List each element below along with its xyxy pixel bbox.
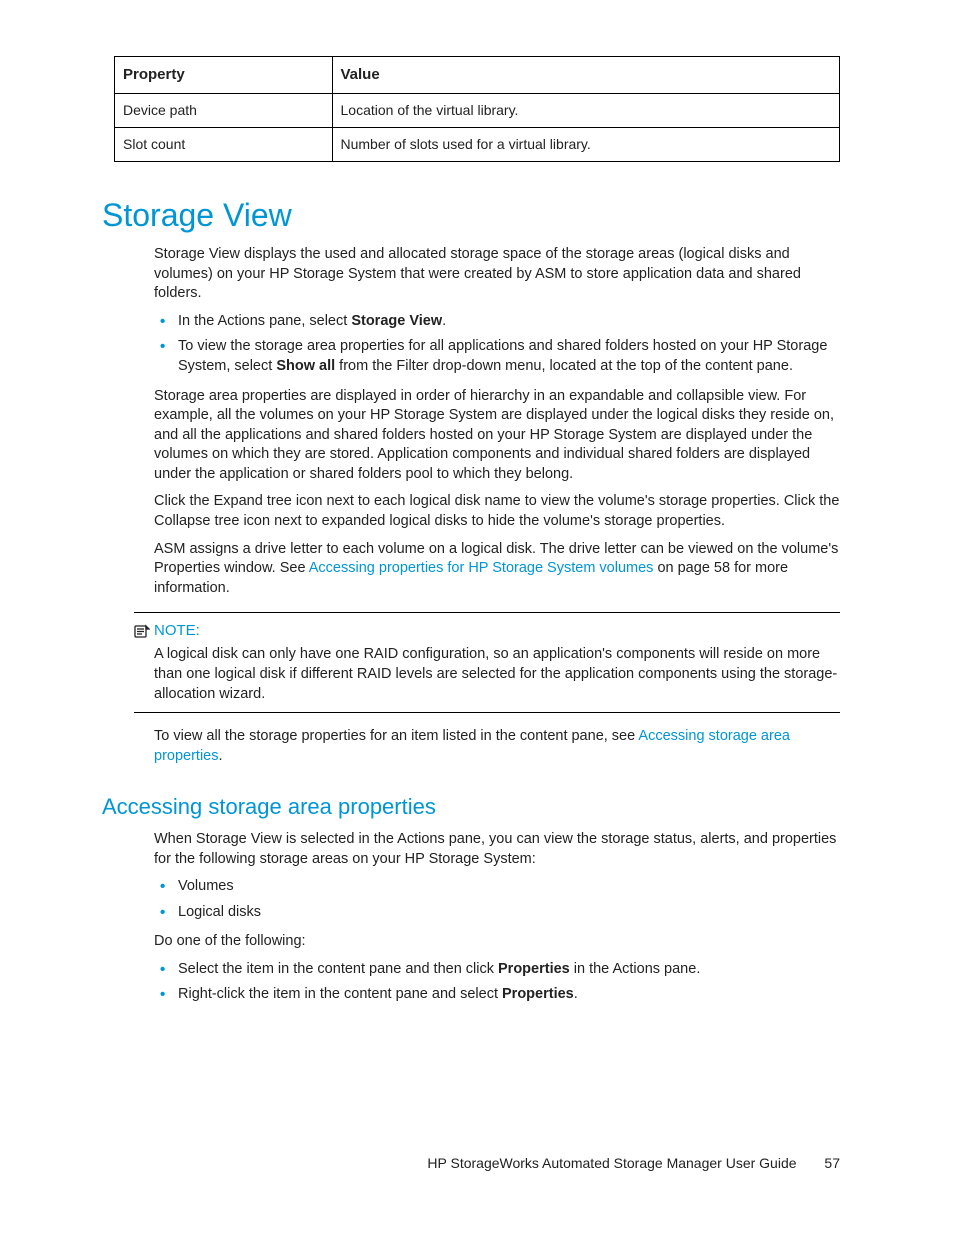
text: .	[218, 748, 222, 764]
note-text: A logical disk can only have one RAID co…	[154, 645, 840, 704]
table-cell: Device path	[115, 94, 333, 128]
list-item: In the Actions pane, select Storage View…	[154, 312, 840, 332]
text: from the Filter drop-down menu, located …	[335, 358, 793, 374]
heading-accessing-storage-area-properties: Accessing storage area properties	[102, 792, 840, 822]
list-item: Logical disks	[154, 903, 840, 923]
note-icon	[134, 624, 150, 638]
paragraph: To view all the storage properties for a…	[154, 727, 840, 766]
footer-page-number: 57	[824, 1155, 840, 1171]
paragraph: Storage View displays the used and alloc…	[154, 245, 840, 304]
table-row: Slot count Number of slots used for a vi…	[115, 128, 840, 162]
table-row: Device path Location of the virtual libr…	[115, 94, 840, 128]
text: Select the item in the content pane and …	[178, 961, 498, 977]
horizontal-rule	[134, 612, 840, 613]
table-cell: Number of slots used for a virtual libra…	[332, 128, 840, 162]
list-item: Select the item in the content pane and …	[154, 960, 840, 980]
text: Right-click the item in the content pane…	[178, 986, 502, 1002]
horizontal-rule	[134, 712, 840, 713]
paragraph: When Storage View is selected in the Act…	[154, 830, 840, 869]
link-accessing-properties-volumes[interactable]: Accessing properties for HP Storage Syst…	[309, 560, 654, 576]
text: To view all the storage properties for a…	[154, 728, 638, 744]
paragraph: Do one of the following:	[154, 932, 840, 952]
text-bold: Storage View	[351, 313, 442, 329]
list-item: Right-click the item in the content pane…	[154, 985, 840, 1005]
table-header-property: Property	[115, 57, 333, 94]
text: .	[574, 986, 578, 1002]
bullet-list: Volumes Logical disks	[154, 877, 840, 922]
list-item: Volumes	[154, 877, 840, 897]
table-cell: Location of the virtual library.	[332, 94, 840, 128]
paragraph: ASM assigns a drive letter to each volum…	[154, 540, 840, 599]
paragraph: Storage area properties are displayed in…	[154, 387, 840, 485]
text: In the Actions pane, select	[178, 313, 351, 329]
bullet-list: In the Actions pane, select Storage View…	[154, 312, 840, 377]
text-bold: Properties	[498, 961, 570, 977]
note-block: NOTE: A logical disk can only have one R…	[154, 612, 840, 713]
footer-doc-title: HP StorageWorks Automated Storage Manage…	[427, 1155, 796, 1171]
table-cell: Slot count	[115, 128, 333, 162]
table-header-value: Value	[332, 57, 840, 94]
page-footer: HP StorageWorks Automated Storage Manage…	[0, 1154, 954, 1173]
text-bold: Properties	[502, 986, 574, 1002]
text-bold: Show all	[276, 358, 335, 374]
paragraph: Click the Expand tree icon next to each …	[154, 492, 840, 531]
text: in the Actions pane.	[570, 961, 701, 977]
list-item: To view the storage area properties for …	[154, 337, 840, 376]
bullet-list: Select the item in the content pane and …	[154, 960, 840, 1005]
heading-storage-view: Storage View	[102, 194, 840, 237]
note-label: NOTE:	[154, 621, 200, 641]
text: .	[442, 313, 446, 329]
property-table: Property Value Device path Location of t…	[114, 56, 840, 162]
